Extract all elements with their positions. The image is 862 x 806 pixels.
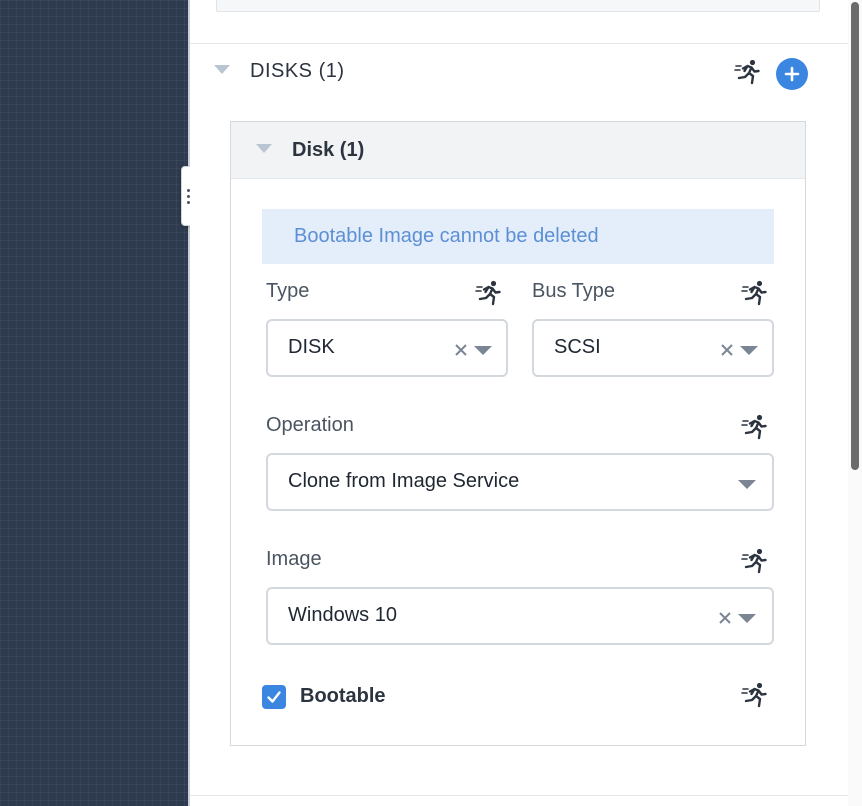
image-select[interactable]: Windows 10 <box>266 587 774 645</box>
workspace-canvas <box>0 0 188 806</box>
type-select[interactable]: DISK <box>266 319 508 377</box>
scrollbar[interactable] <box>848 0 862 806</box>
image-label: Image <box>266 548 322 570</box>
info-banner: Bootable Image cannot be deleted <box>262 209 774 264</box>
previous-section-box <box>216 0 820 12</box>
disk-title: Disk (1) <box>292 139 365 161</box>
section-divider <box>190 43 848 44</box>
operation-select[interactable]: Clone from Image Service <box>266 453 774 511</box>
bus-type-label: Bus Type <box>532 280 616 302</box>
runner-icon[interactable] <box>741 413 769 441</box>
section-title: DISKS (1) <box>250 60 345 82</box>
runner-icon[interactable] <box>734 58 762 86</box>
operation-label: Operation <box>266 414 354 436</box>
disk-card: Disk (1) Bootable Image cannot be delete… <box>230 121 806 746</box>
type-select-value: DISK <box>288 336 335 358</box>
disk-header[interactable]: Disk (1) <box>231 122 805 179</box>
close-icon[interactable] <box>454 343 468 357</box>
properties-panel: DISKS (1) Disk (1) Bootable Image cannot… <box>190 0 862 806</box>
close-icon[interactable] <box>718 611 732 625</box>
runner-icon[interactable] <box>475 279 503 307</box>
caret-down-icon[interactable] <box>474 346 492 355</box>
bus-type-select[interactable]: SCSI <box>532 319 774 377</box>
runner-icon[interactable] <box>741 547 769 575</box>
add-disk-button[interactable] <box>776 58 808 90</box>
runner-icon[interactable] <box>741 279 769 307</box>
bootable-checkbox[interactable] <box>262 685 286 709</box>
plus-icon <box>784 66 800 82</box>
bus-type-select-value: SCSI <box>554 336 601 358</box>
caret-down-icon[interactable] <box>738 614 756 623</box>
operation-select-value: Clone from Image Service <box>288 470 520 492</box>
type-label: Type <box>266 280 310 302</box>
info-banner-text: Bootable Image cannot be deleted <box>294 225 599 247</box>
bootable-label: Bootable <box>300 685 386 707</box>
runner-icon[interactable] <box>741 681 769 709</box>
close-icon[interactable] <box>720 343 734 357</box>
caret-down-icon[interactable] <box>740 346 758 355</box>
checkmark-icon <box>267 691 281 703</box>
section-collapse-icon[interactable] <box>214 65 230 74</box>
section-divider <box>190 795 848 796</box>
disk-collapse-icon[interactable] <box>256 144 272 153</box>
scrollbar-thumb[interactable] <box>851 2 859 470</box>
caret-down-icon[interactable] <box>738 480 756 489</box>
image-select-value: Windows 10 <box>288 604 397 626</box>
